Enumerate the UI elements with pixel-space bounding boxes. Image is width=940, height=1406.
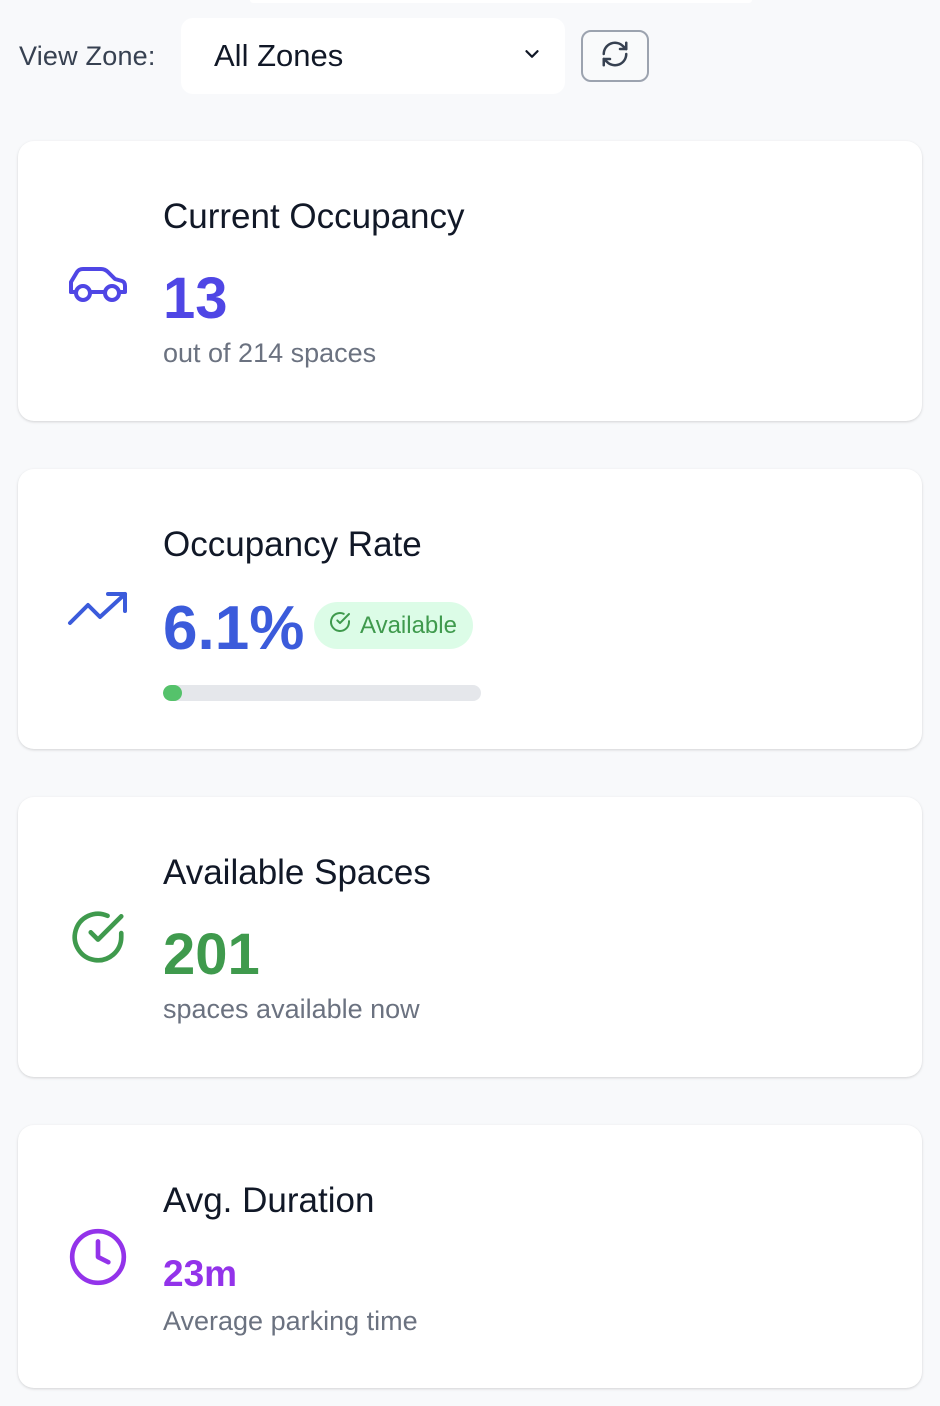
check-circle-icon <box>328 610 352 641</box>
occupancy-value: 13 <box>163 266 228 331</box>
zone-filter-bar: View Zone: All Zones <box>19 18 649 94</box>
status-badge: Available <box>314 602 473 649</box>
view-zone-label: View Zone: <box>19 40 156 71</box>
trending-up-icon <box>66 577 130 641</box>
occupancy-rate-card: Occupancy Rate 6.1% Available <box>18 469 922 749</box>
card-title: Current Occupancy <box>163 197 465 236</box>
status-badge-label: Available <box>360 611 457 639</box>
card-title: Avg. Duration <box>163 1181 375 1220</box>
clock-icon <box>66 1225 130 1289</box>
top-strip <box>250 0 752 3</box>
available-spaces-card: Available Spaces 201 spaces available no… <box>18 797 922 1077</box>
zone-select[interactable]: All Zones <box>181 18 565 94</box>
occupancy-rate-value: 6.1% <box>163 594 305 663</box>
refresh-icon <box>600 39 630 74</box>
refresh-button[interactable] <box>581 30 649 82</box>
zone-select-value: All Zones <box>214 38 344 73</box>
chevron-down-icon <box>521 43 543 70</box>
occupancy-progress-fill <box>163 685 183 701</box>
card-title: Available Spaces <box>163 853 431 892</box>
avg-duration-subtitle: Average parking time <box>163 1306 418 1336</box>
avg-duration-card: Avg. Duration 23m Average parking time <box>18 1125 922 1388</box>
car-icon <box>66 253 130 317</box>
available-spaces-value: 201 <box>163 922 260 987</box>
card-title: Occupancy Rate <box>163 525 422 564</box>
current-occupancy-card: Current Occupancy 13 out of 214 spaces <box>18 141 922 421</box>
occupancy-subtitle: out of 214 spaces <box>163 338 377 368</box>
check-circle-icon <box>66 905 130 969</box>
available-spaces-subtitle: spaces available now <box>163 994 420 1024</box>
avg-duration-value: 23m <box>163 1253 238 1294</box>
occupancy-progress-bar <box>163 685 481 701</box>
